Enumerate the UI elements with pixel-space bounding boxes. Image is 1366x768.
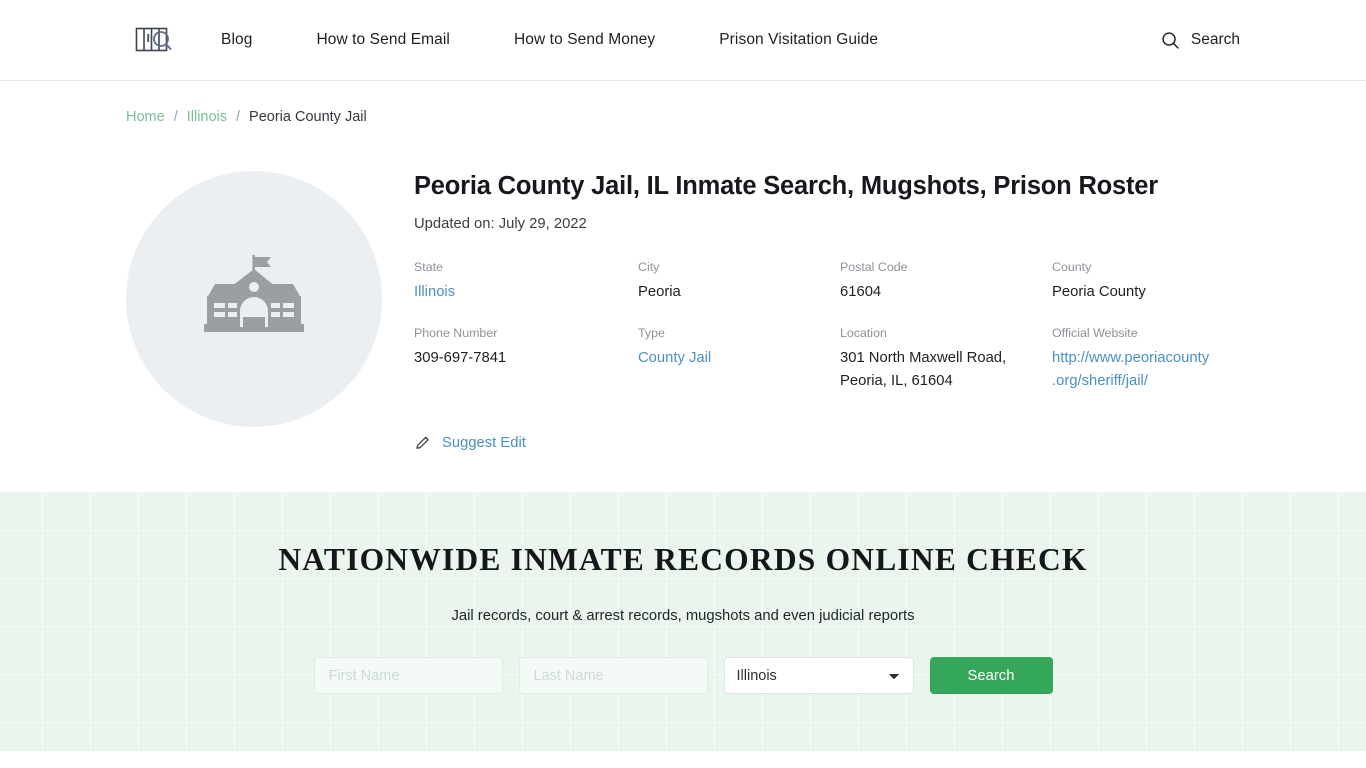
suggest-edit-label: Suggest Edit (442, 434, 526, 451)
header-search-toggle[interactable]: Search (1161, 31, 1240, 50)
breadcrumb-separator: / (173, 109, 178, 125)
fact-label: State (414, 259, 443, 274)
fact-official-website: Official Website http://www.peoriacounty… (1052, 326, 1240, 394)
pencil-icon (416, 436, 429, 449)
nav-item-how-to-send-email[interactable]: How to Send Email (316, 31, 450, 49)
facility-facts-grid: State Illinois City Peoria Postal Code 6… (414, 260, 1240, 394)
fact-value: Peoria (638, 283, 681, 300)
nav-item-blog[interactable]: Blog (221, 31, 252, 49)
fact-label: County (1052, 259, 1092, 274)
fact-value: http://www.peoriacounty.org/sheriff/jail… (1052, 347, 1240, 394)
breadcrumb-item-current: Peoria County Jail (249, 109, 367, 125)
nav-item-prison-visitation-guide[interactable]: Prison Visitation Guide (719, 31, 878, 49)
fact-value: County Jail (638, 347, 840, 370)
fact-label: Official Website (1052, 326, 1138, 341)
fact-value: 301 North Maxwell Road, Peoria, IL, 6160… (840, 350, 1007, 390)
fact-state: State Illinois (414, 260, 638, 304)
last-name-input[interactable] (518, 657, 708, 694)
promo-title: NATIONWIDE INMATE RECORDS ONLINE CHECK (278, 542, 1088, 577)
promo-subtitle: Jail records, court & arrest records, mu… (451, 608, 915, 624)
fact-label: Type (638, 326, 665, 341)
facility-thumbnail (126, 171, 382, 427)
facility-details: Peoria County Jail, IL Inmate Search, Mu… (382, 169, 1240, 452)
state-select[interactable]: Illinois (723, 657, 914, 694)
site-header: Blog How to Send Email How to Send Money… (0, 0, 1366, 81)
fact-value: 61604 (840, 283, 882, 300)
breadcrumb-item-home[interactable]: Home (126, 109, 165, 125)
fact-city: City Peoria (638, 260, 840, 304)
header-search-label: Search (1190, 31, 1240, 48)
nav-item-how-to-send-money[interactable]: How to Send Money (514, 31, 655, 49)
nationwide-search-section: NATIONWIDE INMATE RECORDS ONLINE CHECK J… (0, 492, 1366, 751)
fact-value: Illinois (414, 281, 638, 304)
inmate-search-form: Illinois Search (313, 657, 1053, 694)
first-name-input[interactable] (313, 657, 503, 694)
fact-phone-number: Phone Number 309-697-7841 (414, 326, 638, 394)
search-submit-button[interactable]: Search (929, 657, 1053, 694)
breadcrumb-separator: / (236, 109, 241, 125)
page-title: Peoria County Jail, IL Inmate Search, Mu… (414, 172, 1159, 200)
search-icon (1162, 31, 1179, 49)
fact-label: City (638, 259, 660, 274)
fact-type: Type County Jail (638, 326, 840, 394)
fact-link-type[interactable]: County Jail (638, 350, 711, 366)
fact-link-website[interactable]: http://www.peoriacounty.org/sheriff/jail… (1052, 350, 1209, 389)
facility-overview: Peoria County Jail, IL Inmate Search, Mu… (0, 125, 1366, 452)
fact-label: Phone Number (414, 326, 498, 341)
jail-bars-search-logo-icon (135, 27, 172, 52)
fact-location: Location 301 North Maxwell Road, Peoria,… (840, 326, 1052, 394)
government-building-icon (204, 255, 304, 332)
breadcrumb-item-illinois[interactable]: Illinois (187, 109, 227, 125)
fact-link-state[interactable]: Illinois (414, 284, 455, 300)
fact-value: 309-697-7841 (414, 350, 507, 366)
suggest-edit-button[interactable]: Suggest Edit (414, 434, 1240, 452)
fact-label: Location (840, 326, 887, 341)
updated-date: Updated on: July 29, 2022 (414, 215, 587, 232)
breadcrumb: Home / Illinois / Peoria County Jail (0, 81, 1366, 125)
fact-postal-code: Postal Code 61604 (840, 260, 1052, 304)
fact-label: Postal Code (840, 259, 908, 274)
fact-county: County Peoria County (1052, 260, 1240, 304)
fact-value: Peoria County (1052, 283, 1146, 300)
site-logo[interactable] (133, 23, 175, 57)
main-navigation: Blog How to Send Email How to Send Money… (221, 31, 1161, 49)
